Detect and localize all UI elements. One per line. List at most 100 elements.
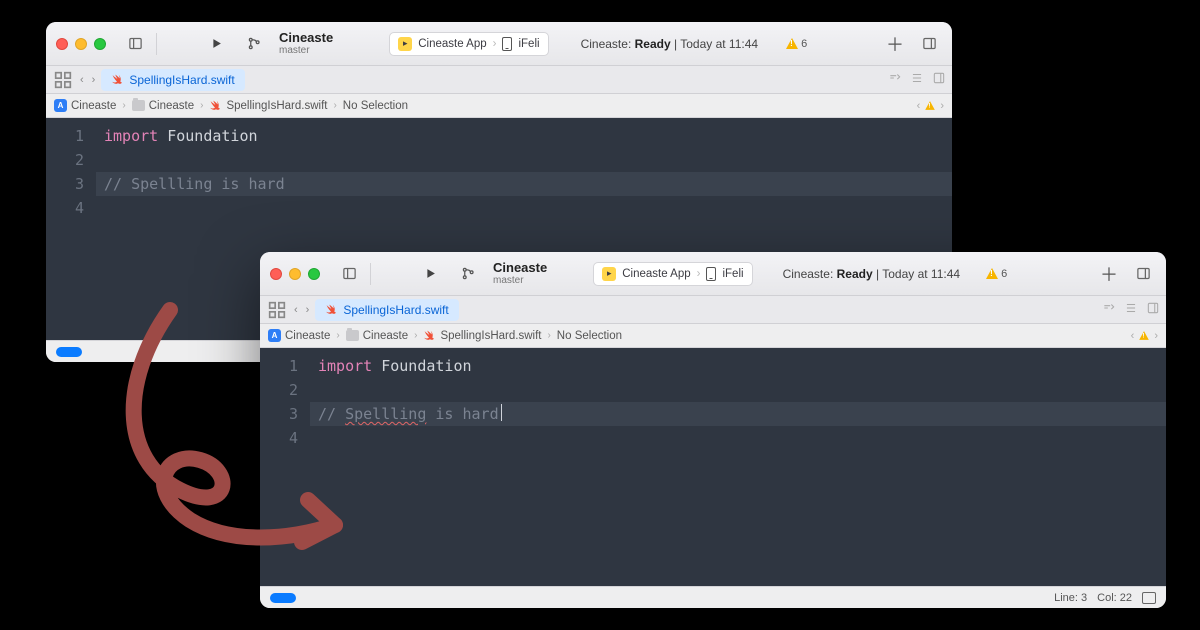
back-icon[interactable]: ‹ <box>290 304 302 316</box>
related-items-button[interactable] <box>52 69 74 91</box>
code-review-icon[interactable] <box>888 71 902 88</box>
run-target-app: Cineaste App <box>418 38 486 50</box>
tab-bar-right <box>1102 301 1160 318</box>
add-button[interactable]: ＋ <box>882 31 908 57</box>
run-button[interactable] <box>417 261 443 287</box>
chevron-right-icon[interactable]: › <box>1154 330 1158 342</box>
close-icon[interactable] <box>56 38 68 50</box>
run-destination[interactable]: ▸ Cineaste App › iFeli <box>389 32 548 56</box>
device-icon <box>502 37 512 51</box>
scheme-selector[interactable]: Cineaste master <box>279 31 333 56</box>
activity-status: Cineaste: Ready | Today at 11:44 <box>581 37 759 51</box>
run-destination[interactable]: ▸ Cineaste App › iFeli <box>593 262 752 286</box>
code-review-icon[interactable] <box>1102 301 1116 318</box>
add-button[interactable]: ＋ <box>1096 261 1122 287</box>
crumb-selection[interactable]: No Selection <box>343 100 408 112</box>
warning-count: 6 <box>801 38 807 50</box>
chevron-right-icon: › <box>120 100 127 111</box>
toggle-inspectors-button[interactable] <box>1130 261 1156 287</box>
toggle-navigator-button[interactable] <box>336 261 362 287</box>
crumb-selection[interactable]: No Selection <box>557 330 622 342</box>
divider <box>370 263 371 285</box>
related-items-button[interactable] <box>266 299 288 321</box>
activity-status: Cineaste: Ready | Today at 11:44 <box>783 267 961 281</box>
tab-filename: SpellingIsHard.swift <box>129 73 234 87</box>
toggle-inspectors-button[interactable] <box>916 31 942 57</box>
folder-icon <box>346 330 359 341</box>
code-area[interactable]: import Foundation // Spellling is hard <box>310 348 1166 586</box>
warning-icon[interactable] <box>1140 331 1150 340</box>
run-target-app: Cineaste App <box>622 268 690 280</box>
crumb-group[interactable]: Cineaste <box>132 100 194 112</box>
minimap-toggle-icon[interactable] <box>932 71 946 88</box>
adjust-editor-icon[interactable] <box>1124 301 1138 318</box>
divider <box>156 33 157 55</box>
zoom-icon[interactable] <box>308 268 320 280</box>
scheme-name: Cineaste <box>493 261 547 275</box>
chevron-right-icon: › <box>331 100 338 111</box>
issues-indicator[interactable]: 6 <box>986 268 1007 280</box>
scheme-branch-icon[interactable] <box>241 31 267 57</box>
adjust-editor-icon[interactable] <box>910 71 924 88</box>
scheme-branch: master <box>279 45 333 56</box>
swift-icon <box>111 73 124 86</box>
debug-indicator[interactable] <box>270 593 296 603</box>
warning-icon[interactable] <box>926 101 936 110</box>
toggle-navigator-button[interactable] <box>122 31 148 57</box>
code-line <box>310 378 1166 402</box>
minimize-icon[interactable] <box>75 38 87 50</box>
code-line-current: // Spellling is hard <box>96 172 952 196</box>
chevron-right-icon: › <box>697 268 701 280</box>
close-icon[interactable] <box>270 268 282 280</box>
scheme-branch-icon[interactable] <box>455 261 481 287</box>
swift-icon <box>423 329 436 342</box>
folder-icon <box>132 100 145 111</box>
forward-icon[interactable]: › <box>302 304 314 316</box>
line-gutter: 1 2 3 4 <box>46 118 96 340</box>
tab-filename: SpellingIsHard.swift <box>343 303 448 317</box>
toggle-bottom-panel-icon[interactable] <box>1142 592 1156 604</box>
crumb-project[interactable]: ACineaste <box>54 99 116 112</box>
minimize-icon[interactable] <box>289 268 301 280</box>
crumb-group[interactable]: Cineaste <box>346 330 408 342</box>
warning-count: 6 <box>1001 268 1007 280</box>
chevron-right-icon: › <box>545 330 552 341</box>
forward-icon[interactable]: › <box>88 74 100 86</box>
toolbar: Cineaste master ▸ Cineaste App › iFeli C… <box>46 22 952 66</box>
tab-file[interactable]: SpellingIsHard.swift <box>101 69 244 91</box>
history-nav[interactable]: ‹ › <box>76 74 99 86</box>
issues-indicator[interactable]: 6 <box>786 38 807 50</box>
minimap-toggle-icon[interactable] <box>1146 301 1160 318</box>
app-target-icon: ▸ <box>398 37 412 51</box>
crumb-file[interactable]: SpellingIsHard.swift <box>209 99 327 112</box>
crumb-file[interactable]: SpellingIsHard.swift <box>423 329 541 342</box>
code-editor[interactable]: 1 2 3 4 import Foundation // Spellling i… <box>260 348 1166 586</box>
line-gutter: 1 2 3 4 <box>260 348 310 586</box>
warning-icon <box>986 268 998 279</box>
chevron-right-icon: › <box>412 330 419 341</box>
tab-bar: ‹ › SpellingIsHard.swift <box>46 66 952 94</box>
breadcrumb[interactable]: ACineaste › Cineaste › SpellingIsHard.sw… <box>46 94 952 118</box>
history-nav[interactable]: ‹ › <box>290 304 313 316</box>
back-icon[interactable]: ‹ <box>76 74 88 86</box>
zoom-icon[interactable] <box>94 38 106 50</box>
cursor-line: Line: 3 <box>1054 592 1087 604</box>
xcode-window-after: Cineaste master ▸ Cineaste App › iFeli C… <box>260 252 1166 608</box>
scheme-name: Cineaste <box>279 31 333 45</box>
code-line <box>310 426 1166 450</box>
chevron-left-icon[interactable]: ‹ <box>917 100 921 112</box>
chevron-right-icon[interactable]: › <box>940 100 944 112</box>
tab-file[interactable]: SpellingIsHard.swift <box>315 299 458 321</box>
warning-icon <box>786 38 798 49</box>
debug-indicator[interactable] <box>56 347 82 357</box>
run-button[interactable] <box>203 31 229 57</box>
breadcrumb[interactable]: ACineaste › Cineaste › SpellingIsHard.sw… <box>260 324 1166 348</box>
code-line <box>96 196 952 220</box>
swift-icon <box>325 303 338 316</box>
project-icon: A <box>268 329 281 342</box>
scheme-selector[interactable]: Cineaste master <box>493 261 547 286</box>
swift-icon <box>209 99 222 112</box>
text-cursor <box>501 404 502 421</box>
crumb-project[interactable]: ACineaste <box>268 329 330 342</box>
chevron-left-icon[interactable]: ‹ <box>1131 330 1135 342</box>
